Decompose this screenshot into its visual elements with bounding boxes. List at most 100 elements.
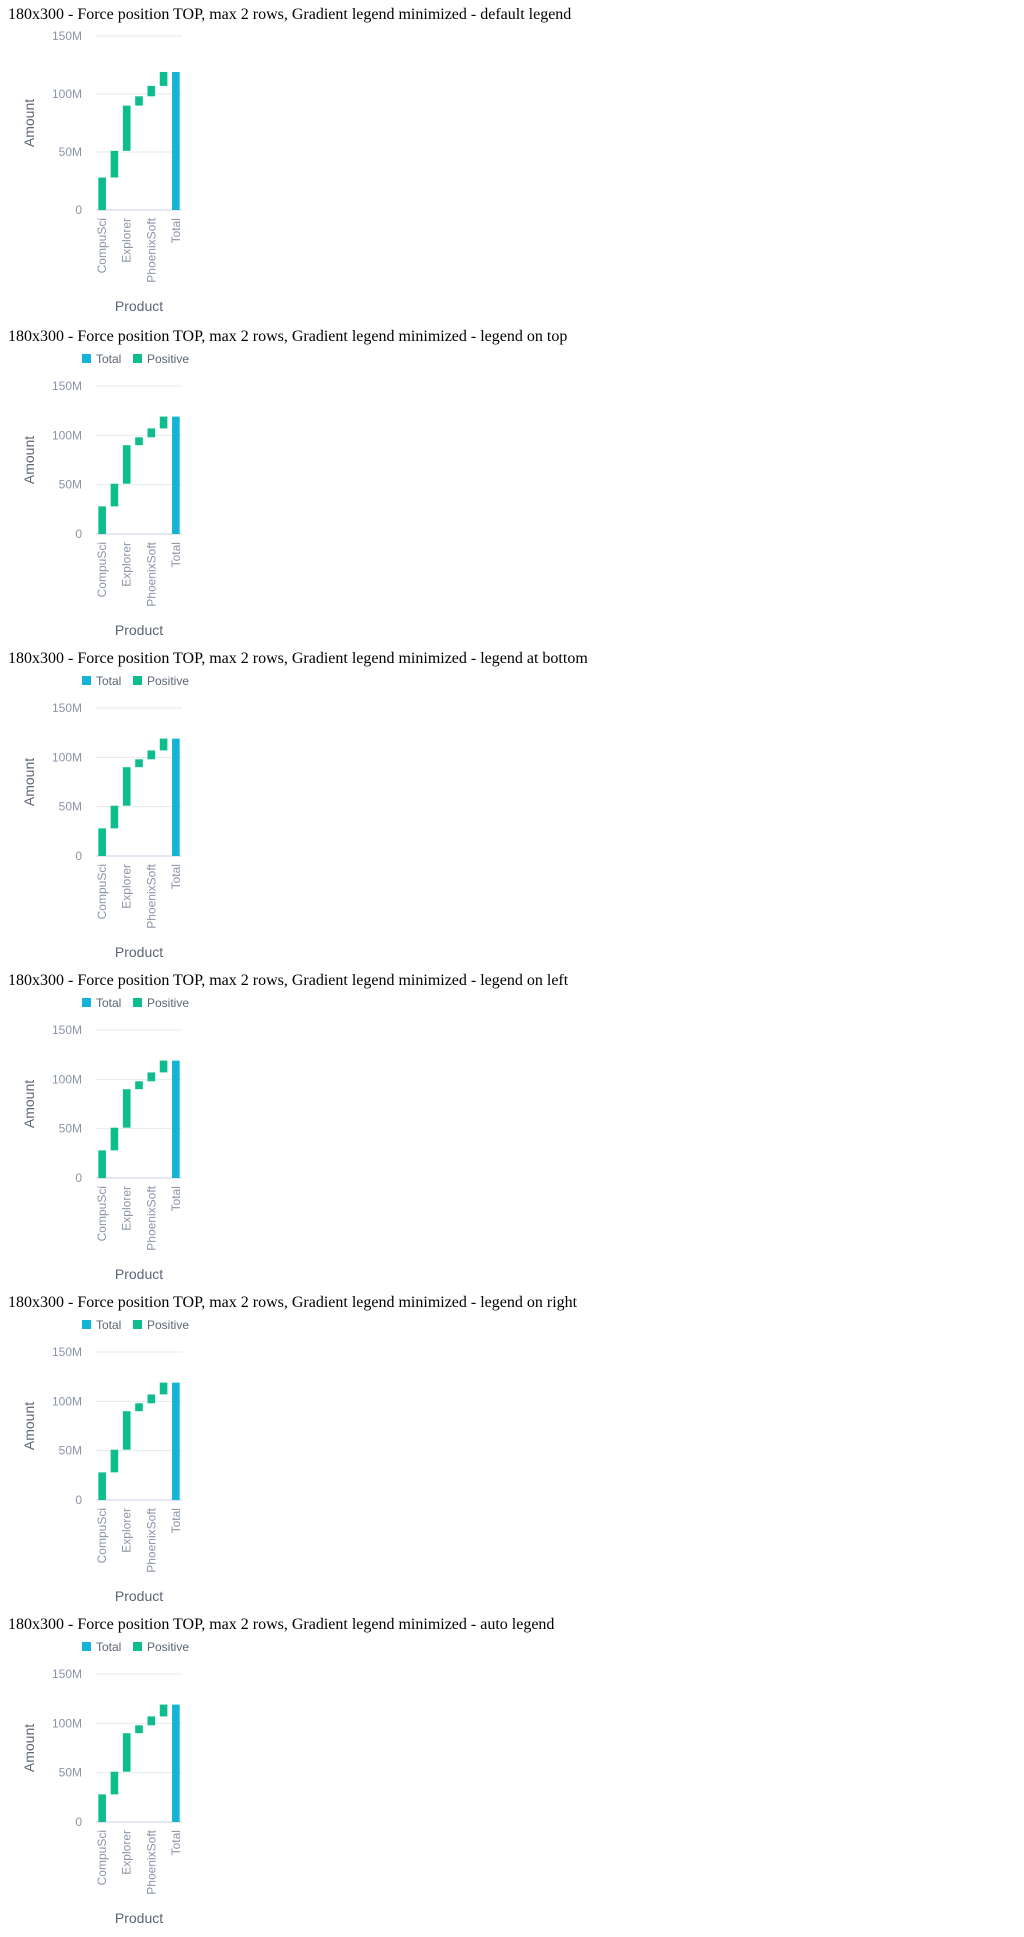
waterfall-bar[interactable] bbox=[98, 828, 106, 856]
y-tick-label: 0 bbox=[75, 527, 82, 541]
chart-svg: Total Positive 0 50M 100M 150M CompuSci Explore… bbox=[21, 1640, 189, 1926]
chart-section: 180x300 - Force position TOP, max 2 rows… bbox=[0, 322, 1024, 644]
legend-label: Total bbox=[96, 352, 121, 366]
x-tick-label: PhoenixSoft bbox=[144, 863, 158, 928]
legend-item[interactable]: Positive bbox=[133, 1640, 189, 1654]
legend-item[interactable]: Total bbox=[82, 1318, 121, 1332]
y-tick-label: 0 bbox=[75, 1171, 82, 1185]
x-tick-label: Total bbox=[169, 1830, 183, 1855]
waterfall-bar[interactable] bbox=[135, 96, 143, 106]
legend-item[interactable]: Total bbox=[82, 352, 121, 366]
waterfall-chart: Total Positive 0 50M 100M 150M CompuSci Explore… bbox=[0, 1610, 200, 1932]
waterfall-chart: Total Positive 0 50M 100M 150M CompuSci Explore… bbox=[0, 644, 200, 966]
waterfall-bar[interactable] bbox=[98, 1150, 106, 1178]
chart-svg: Total Positive 0 50M 100M 150M CompuSci Explore… bbox=[21, 352, 189, 638]
waterfall-bar[interactable] bbox=[110, 1771, 119, 1795]
waterfall-bar[interactable] bbox=[159, 1704, 168, 1717]
waterfall-bar[interactable] bbox=[110, 1449, 119, 1473]
waterfall-bar[interactable] bbox=[147, 750, 156, 760]
waterfall-bar[interactable] bbox=[172, 1382, 180, 1500]
waterfall-bar[interactable] bbox=[159, 738, 168, 751]
waterfall-bar[interactable] bbox=[147, 428, 156, 438]
waterfall-bar[interactable] bbox=[110, 805, 119, 829]
x-tick-label: CompuSci bbox=[95, 542, 109, 597]
waterfall-bar[interactable] bbox=[122, 105, 131, 151]
x-tick-label: CompuSci bbox=[95, 1186, 109, 1241]
y-tick-label: 150M bbox=[52, 1667, 82, 1681]
waterfall-bar[interactable] bbox=[135, 1725, 143, 1734]
chart-svg: Total Positive 0 50M 100M 150M CompuSci Explore… bbox=[21, 1318, 189, 1604]
legend-item[interactable]: Total bbox=[82, 996, 121, 1010]
waterfall-bar[interactable] bbox=[135, 759, 143, 768]
waterfall-bar[interactable] bbox=[98, 1472, 106, 1500]
legend-label: Positive bbox=[147, 674, 189, 688]
waterfall-bar[interactable] bbox=[98, 506, 106, 534]
waterfall-bar[interactable] bbox=[110, 150, 119, 178]
x-tick-label: Explorer bbox=[120, 542, 134, 587]
chart-section: 180x300 - Force position TOP, max 2 rows… bbox=[0, 644, 1024, 966]
chart-section: 180x300 - Force position TOP, max 2 rows… bbox=[0, 1610, 1024, 1932]
waterfall-bar[interactable] bbox=[135, 1403, 143, 1412]
waterfall-bar[interactable] bbox=[159, 1382, 168, 1395]
waterfall-bar[interactable] bbox=[147, 1072, 156, 1082]
legend: Total Positive bbox=[82, 1640, 189, 1654]
waterfall-bar[interactable] bbox=[122, 445, 131, 484]
legend: Total Positive bbox=[82, 352, 189, 366]
legend-item[interactable]: Total bbox=[82, 674, 121, 688]
x-tick-label: CompuSci bbox=[95, 218, 109, 273]
waterfall-bar[interactable] bbox=[172, 416, 180, 534]
waterfall-bar[interactable] bbox=[147, 85, 156, 97]
y-tick-label: 100M bbox=[52, 87, 82, 101]
legend-item[interactable]: Positive bbox=[133, 996, 189, 1010]
y-axis-title: Amount bbox=[21, 1080, 37, 1128]
legend-swatch bbox=[82, 1642, 91, 1651]
legend-swatch bbox=[82, 998, 91, 1007]
x-axis-title: Product bbox=[115, 622, 163, 638]
legend-swatch bbox=[133, 676, 142, 685]
waterfall-chart: Total Positive 0 50M 100M 150M CompuSci Explore… bbox=[0, 1288, 200, 1610]
legend-item[interactable]: Total bbox=[82, 1640, 121, 1654]
y-tick-label: 0 bbox=[75, 1493, 82, 1507]
waterfall-bar[interactable] bbox=[159, 1060, 168, 1073]
waterfall-bar[interactable] bbox=[122, 767, 131, 806]
waterfall-bar[interactable] bbox=[98, 1794, 106, 1822]
waterfall-bar[interactable] bbox=[98, 177, 106, 210]
legend-item[interactable]: Positive bbox=[133, 674, 189, 688]
waterfall-bar[interactable] bbox=[172, 1704, 180, 1822]
y-tick-label: 150M bbox=[52, 1023, 82, 1037]
waterfall-bar[interactable] bbox=[110, 483, 119, 507]
y-tick-label: 100M bbox=[52, 750, 82, 764]
waterfall-bar[interactable] bbox=[159, 71, 168, 86]
x-tick-label: CompuSci bbox=[95, 1508, 109, 1563]
legend-swatch bbox=[82, 676, 91, 685]
waterfall-bar[interactable] bbox=[147, 1716, 156, 1726]
waterfall-bar[interactable] bbox=[122, 1089, 131, 1128]
legend-swatch bbox=[133, 1320, 142, 1329]
waterfall-bar[interactable] bbox=[159, 416, 168, 429]
y-tick-label: 150M bbox=[52, 379, 82, 393]
x-tick-label: Total bbox=[169, 542, 183, 567]
waterfall-bar[interactable] bbox=[135, 437, 143, 446]
waterfall-chart: Total Positive 0 50M 100M 150M CompuSci Explore… bbox=[0, 966, 200, 1288]
y-tick-label: 0 bbox=[75, 203, 82, 217]
chart-svg: Total Positive 0 50M 100M 150M CompuSci Explore… bbox=[21, 674, 189, 960]
waterfall-bar[interactable] bbox=[172, 1060, 180, 1178]
legend-swatch bbox=[133, 354, 142, 363]
waterfall-bar[interactable] bbox=[122, 1733, 131, 1772]
waterfall-bar[interactable] bbox=[110, 1127, 119, 1151]
waterfall-bar[interactable] bbox=[135, 1081, 143, 1090]
y-tick-label: 50M bbox=[59, 800, 82, 814]
y-tick-label: 0 bbox=[75, 849, 82, 863]
y-tick-label: 50M bbox=[59, 1122, 82, 1136]
chart-section: 180x300 - Force position TOP, max 2 rows… bbox=[0, 966, 1024, 1288]
waterfall-bar[interactable] bbox=[172, 738, 180, 856]
legend-item[interactable]: Positive bbox=[133, 1318, 189, 1332]
legend-item[interactable]: Positive bbox=[133, 352, 189, 366]
legend-swatch bbox=[133, 998, 142, 1007]
waterfall-bar[interactable] bbox=[122, 1411, 131, 1450]
waterfall-bar[interactable] bbox=[172, 71, 180, 211]
y-tick-label: 50M bbox=[59, 145, 82, 159]
y-tick-label: 100M bbox=[52, 1394, 82, 1408]
legend-label: Positive bbox=[147, 1640, 189, 1654]
waterfall-bar[interactable] bbox=[147, 1394, 156, 1404]
